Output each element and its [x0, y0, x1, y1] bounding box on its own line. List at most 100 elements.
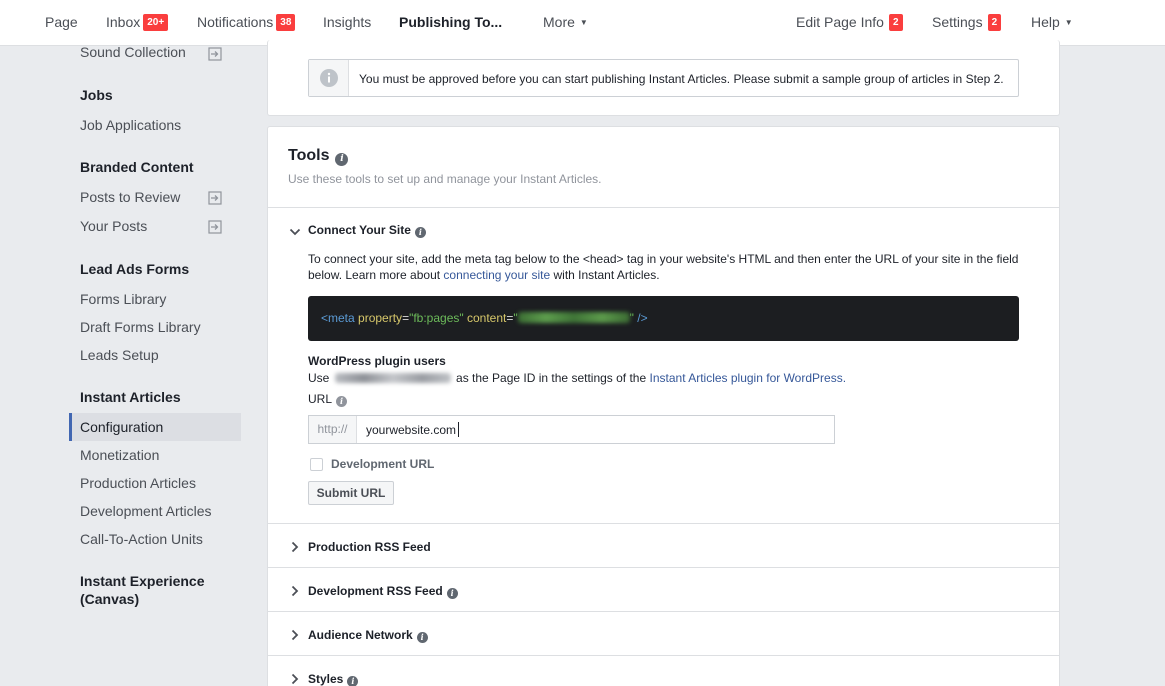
nav-label: Page	[45, 14, 78, 30]
divider	[268, 207, 1059, 208]
nav-label: Insights	[323, 14, 372, 30]
info-icon[interactable]: i	[347, 676, 359, 686]
wordpress-heading: WordPress plugin users	[308, 354, 446, 368]
chevron-right-icon[interactable]	[289, 585, 301, 597]
code-tag-open: <meta	[321, 311, 355, 325]
external-link-icon[interactable]	[208, 191, 222, 205]
caret-down-icon: ▼	[1064, 18, 1073, 27]
connect-description: To connect your site, add the meta tag b…	[308, 251, 1028, 283]
url-input[interactable]	[366, 416, 826, 443]
edit-page-info-badge: 2	[888, 14, 903, 31]
section-connect-your-site[interactable]: Connect Your Site i	[308, 223, 426, 238]
sidebar-item-monetization[interactable]: Monetization	[80, 447, 159, 463]
nav-label: Settings	[932, 14, 983, 30]
divider	[268, 655, 1059, 656]
redacted-page-id	[334, 373, 451, 383]
nav-label: Notifications	[197, 14, 274, 30]
sidebar-heading-instant-articles: Instant Articles	[80, 389, 181, 405]
sidebar-item-call-to-action-units[interactable]: Call-To-Action Units	[80, 531, 203, 547]
sidebar-heading-instant-experience[interactable]: Instant Experience	[80, 573, 205, 589]
section-production-rss-feed[interactable]: Production RSS Feed	[308, 540, 431, 554]
section-title-text: Production RSS Feed	[308, 540, 431, 554]
sidebar-item-configuration[interactable]: Configuration	[80, 419, 163, 435]
wp-text: as the Page ID in the settings of the	[456, 371, 647, 385]
sidebar-item-your-posts[interactable]: Your Posts	[80, 218, 147, 234]
tools-card	[267, 126, 1060, 686]
wordpress-instructions: Use as the Page ID in the settings of th…	[308, 371, 846, 385]
notice-text: You must be approved before you can star…	[359, 72, 1004, 86]
external-link-icon[interactable]	[208, 220, 222, 234]
sidebar-heading-lead-ads-forms: Lead Ads Forms	[80, 261, 190, 277]
external-link-icon[interactable]	[208, 47, 222, 61]
section-audience-network[interactable]: Audience Network i	[308, 628, 428, 643]
notifications-badge: 38	[276, 14, 296, 31]
divider	[268, 567, 1059, 568]
nav-page[interactable]: Page	[45, 0, 78, 46]
connecting-your-site-link[interactable]: connecting your site	[443, 268, 550, 282]
divider	[268, 611, 1059, 612]
info-icon	[320, 69, 338, 87]
meta-tag-code-block[interactable]: <meta property="fb:pages" content=" " />	[308, 296, 1019, 341]
url-field[interactable]: http://	[308, 415, 835, 444]
chevron-down-icon[interactable]	[289, 226, 301, 238]
settings-badge: 2	[987, 14, 1002, 31]
nav-inbox[interactable]: Inbox 20+	[106, 0, 169, 46]
nav-label: Inbox	[106, 14, 141, 30]
notice-icon-cell	[309, 60, 349, 96]
redacted-page-id	[517, 312, 630, 323]
url-label-text: URL	[308, 392, 333, 406]
sidebar-item-production-articles[interactable]: Production Articles	[80, 475, 196, 491]
url-prefix: http://	[309, 416, 357, 443]
code-quote: "	[629, 311, 634, 325]
inbox-badge: 20+	[143, 14, 169, 31]
tools-subtitle: Use these tools to set up and manage you…	[288, 172, 602, 186]
desc-text: with Instant Articles.	[550, 268, 660, 282]
section-title-text: Audience Network	[308, 628, 413, 642]
wordpress-plugin-link[interactable]: Instant Articles plugin for WordPress.	[650, 371, 847, 385]
sidebar-item-job-applications[interactable]: Job Applications	[80, 117, 181, 133]
development-url-checkbox[interactable]	[310, 458, 323, 471]
sidebar-heading-branded-content: Branded Content	[80, 159, 194, 175]
nav-label: Publishing To...	[399, 14, 503, 30]
section-development-rss-feed[interactable]: Development RSS Feed i	[308, 584, 458, 599]
sidebar-item-forms-library[interactable]: Forms Library	[80, 291, 166, 307]
nav-label: Edit Page Info	[796, 14, 884, 30]
info-icon[interactable]: i	[446, 588, 458, 599]
sidebar-item-draft-forms-library[interactable]: Draft Forms Library	[80, 319, 201, 335]
sidebar-item-sound-collection[interactable]: Sound Collection	[80, 44, 186, 60]
code-tag-close: />	[637, 311, 648, 325]
code-attr-property: property	[358, 311, 403, 325]
desc-text: To connect your site, add the meta tag b…	[308, 252, 1019, 282]
tools-title-text: Tools	[288, 147, 330, 164]
section-title-text: Connect Your Site	[308, 223, 411, 237]
wp-text: Use	[308, 371, 330, 385]
sidebar-item-development-articles[interactable]: Development Articles	[80, 503, 212, 519]
sidebar-heading-jobs: Jobs	[80, 87, 113, 103]
chevron-right-icon[interactable]	[289, 541, 301, 553]
submit-url-button[interactable]: Submit URL	[308, 481, 394, 505]
caret-down-icon: ▼	[579, 18, 588, 27]
section-styles[interactable]: Styles i	[308, 672, 359, 686]
nav-label: Help	[1031, 14, 1060, 30]
sidebar	[0, 46, 250, 686]
divider	[268, 523, 1059, 524]
sidebar-heading-canvas[interactable]: (Canvas)	[80, 591, 139, 607]
section-title-text: Styles	[308, 672, 344, 686]
sidebar-item-leads-setup[interactable]: Leads Setup	[80, 347, 159, 363]
section-title-text: Development RSS Feed	[308, 584, 443, 598]
info-icon[interactable]: i	[414, 227, 426, 238]
tools-title: Tools i	[288, 147, 349, 166]
approval-notice: You must be approved before you can star…	[308, 59, 1019, 97]
url-label: URL i	[308, 392, 348, 407]
info-icon[interactable]: i	[335, 153, 349, 166]
info-icon[interactable]: i	[416, 632, 428, 643]
code-attr-content: content	[466, 311, 507, 325]
chevron-right-icon[interactable]	[289, 629, 301, 641]
sidebar-item-posts-to-review[interactable]: Posts to Review	[80, 189, 180, 205]
development-url-label[interactable]: Development URL	[331, 457, 434, 471]
info-icon[interactable]: i	[336, 396, 348, 407]
code-value-pages: "fb:pages"	[409, 311, 464, 325]
text-cursor	[458, 422, 459, 437]
chevron-right-icon[interactable]	[289, 673, 301, 685]
nav-label: More	[543, 14, 575, 30]
